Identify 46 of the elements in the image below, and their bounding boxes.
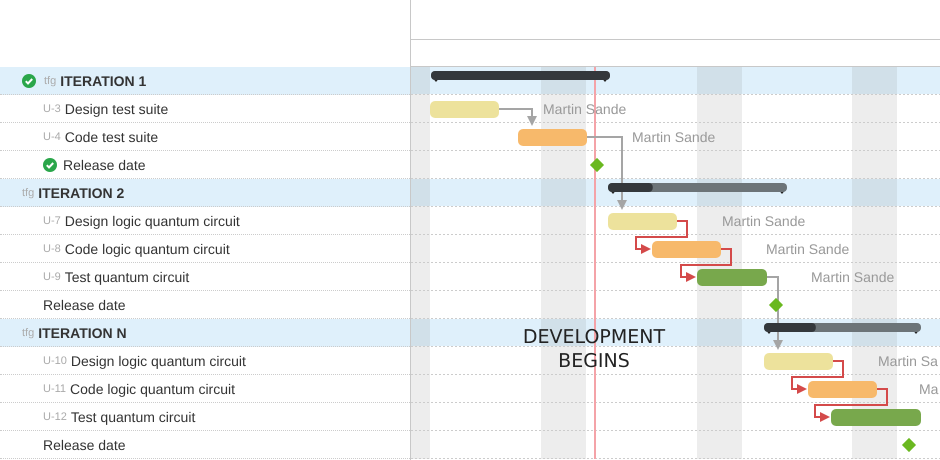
task-bar[interactable] bbox=[808, 381, 877, 398]
task-title[interactable]: Release date bbox=[63, 156, 146, 172]
task-bar[interactable] bbox=[764, 353, 833, 370]
task-title[interactable]: ITERATION 1 bbox=[60, 72, 146, 88]
task-title[interactable]: Code logic quantum circuit bbox=[70, 380, 236, 396]
summary-bar[interactable] bbox=[764, 323, 921, 334]
task-title[interactable]: Test quantum circuit bbox=[64, 268, 190, 284]
task-bar[interactable] bbox=[652, 241, 721, 258]
task-title[interactable]: Test quantum circuit bbox=[70, 408, 196, 424]
task-bar[interactable] bbox=[430, 101, 499, 118]
task-key: U-9 bbox=[43, 270, 61, 282]
task-bar[interactable] bbox=[697, 269, 767, 286]
task-key: tfg bbox=[22, 326, 34, 338]
annotation-text: DEVELOPMENT BEGINS bbox=[522, 326, 666, 372]
task-bar[interactable] bbox=[518, 129, 587, 146]
task-key: U-10 bbox=[43, 354, 67, 366]
iteration-row[interactable]: tfg ITERATION 2 bbox=[0, 179, 410, 207]
task-key: U-12 bbox=[43, 410, 67, 422]
assignee-label: Martin Sande bbox=[632, 129, 716, 145]
task-key: U-4 bbox=[43, 130, 61, 142]
assignee-label: Ma bbox=[919, 381, 938, 397]
task-bar[interactable] bbox=[608, 213, 677, 230]
assignee-label: Martin Sande bbox=[766, 241, 850, 257]
task-title[interactable]: Design logic quantum circuit bbox=[70, 352, 246, 368]
task-key: U-11 bbox=[43, 382, 66, 394]
summary-bar[interactable] bbox=[431, 71, 610, 82]
task-bar[interactable] bbox=[831, 409, 921, 426]
task-title[interactable]: Design test suite bbox=[64, 100, 168, 116]
task-key: tfg bbox=[22, 186, 34, 198]
task-key: U-7 bbox=[43, 214, 61, 226]
task-title[interactable]: Release date bbox=[43, 436, 126, 452]
task-title[interactable]: Release date bbox=[43, 296, 126, 312]
iteration-row[interactable]: tfg ITERATION 1 bbox=[0, 67, 410, 95]
task-title[interactable]: ITERATION N bbox=[38, 324, 127, 340]
assignee-label: Martin Sande bbox=[722, 213, 806, 229]
task-title[interactable]: Code test suite bbox=[64, 128, 158, 144]
task-title[interactable]: Design logic quantum circuit bbox=[64, 212, 240, 228]
task-title[interactable]: ITERATION 2 bbox=[38, 184, 124, 200]
task-key: tfg bbox=[44, 74, 56, 86]
iteration-row[interactable]: tfg ITERATION N bbox=[0, 319, 410, 347]
task-key: U-3 bbox=[43, 102, 61, 114]
summary-bar[interactable] bbox=[608, 183, 787, 194]
task-title[interactable]: Code logic quantum circuit bbox=[64, 240, 230, 256]
task-key: U-8 bbox=[43, 242, 61, 254]
assignee-label: Martin Sa bbox=[878, 353, 938, 369]
assignee-label: Martin Sande bbox=[811, 269, 894, 285]
